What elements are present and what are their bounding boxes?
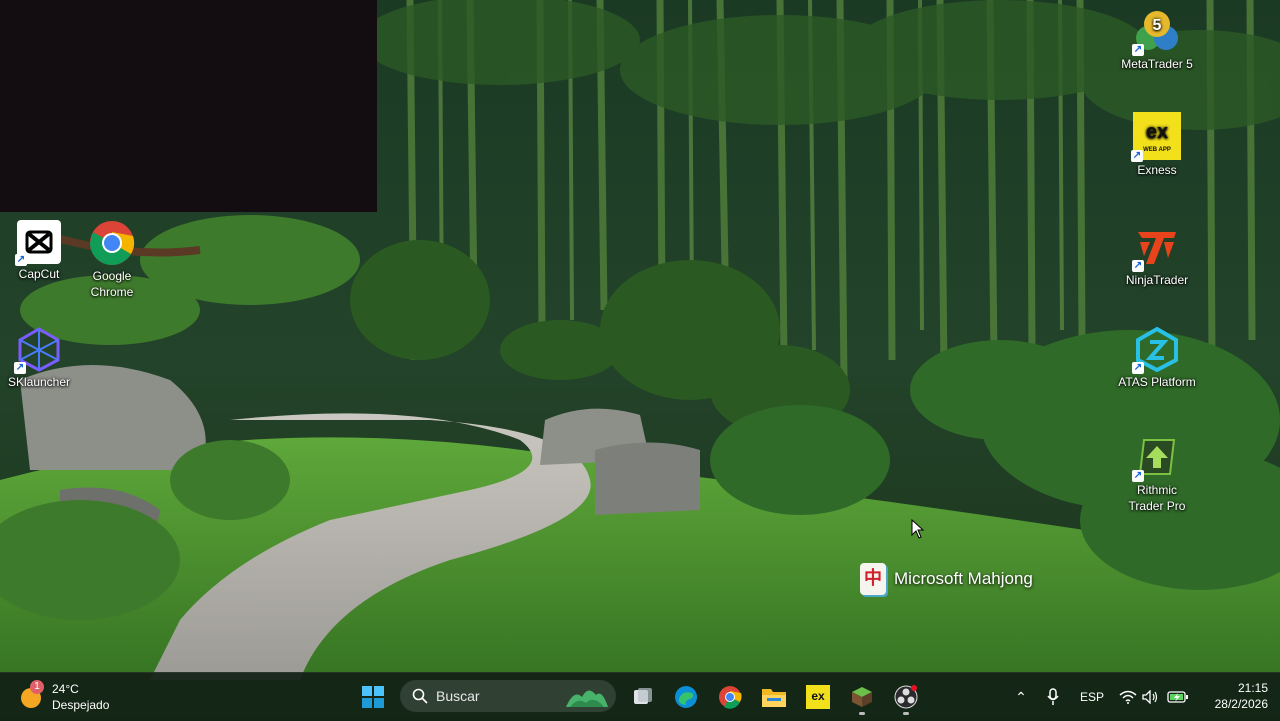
desktop-icon-exness[interactable]: ex WEB APP ↗ Exness <box>1118 112 1196 178</box>
shortcut-arrow-icon: ↗ <box>1132 470 1144 482</box>
mahjong-label: Microsoft Mahjong <box>894 569 1033 588</box>
desktop-icon-label: ATAS Platform <box>1118 375 1196 389</box>
weather-temperature: 24°C <box>52 682 79 696</box>
edge-icon <box>675 686 697 708</box>
mahjong-icon: 中 <box>860 563 886 595</box>
desktop-icon-rithmic-trader-pro[interactable]: ↗ Rithmic Trader Pro <box>1118 434 1196 514</box>
file-explorer-icon <box>762 689 786 707</box>
battery-charging-icon <box>1167 691 1188 703</box>
desktop-icon-ninjatrader[interactable]: ↗ NinjaTrader <box>1118 224 1196 288</box>
system-clock[interactable]: 21:15 28/2/2026 <box>1198 680 1268 712</box>
taskbar-edge[interactable] <box>670 681 702 713</box>
taskbar-minecraft[interactable] <box>846 681 878 715</box>
task-view-button[interactable] <box>627 681 659 713</box>
taskbar-obs[interactable] <box>890 681 922 715</box>
desktop-icon-metatrader-5[interactable]: 5 ↗ MetaTrader 5 <box>1118 8 1196 72</box>
taskbar-search-box[interactable]: Buscar <box>400 680 616 712</box>
dark-overlay-panel <box>0 0 377 212</box>
shortcut-arrow-icon: ↗ <box>14 362 26 374</box>
microphone-icon <box>1047 688 1059 705</box>
clock-time: 21:15 <box>1237 681 1268 695</box>
desktop-icon-label: NinjaTrader <box>1125 273 1189 287</box>
obs-icon <box>894 685 918 709</box>
desktop-icon-label: CapCut <box>18 267 60 281</box>
task-view-icon <box>634 688 652 704</box>
desktop-icon-label: SKlauncher <box>7 375 71 389</box>
shortcut-arrow-icon: ↗ <box>1132 260 1144 272</box>
desktop-icon-label: MetaTrader 5 <box>1121 57 1193 71</box>
svg-text:ex: ex <box>1146 121 1168 143</box>
taskbar-exness[interactable]: ex <box>802 681 834 713</box>
show-hidden-icons-button[interactable]: ⌃ <box>1005 681 1037 713</box>
weather-condition: Despejado <box>52 698 110 712</box>
notification-badge: 1 <box>30 680 44 694</box>
search-icon <box>412 688 428 704</box>
ninjatrader-icon: ↗ <box>1132 224 1180 272</box>
desktop-icon-atas-platform[interactable]: ↗ ATAS Platform <box>1118 326 1196 390</box>
mouse-cursor-icon <box>911 519 925 539</box>
start-button[interactable] <box>357 681 389 713</box>
search-placeholder: Buscar <box>436 688 480 704</box>
input-language[interactable]: ESP <box>1080 690 1104 704</box>
battery-button[interactable] <box>1162 681 1194 713</box>
speaker-icon <box>1142 690 1158 704</box>
exness-icon: ex WEB APP ↗ <box>1131 112 1181 162</box>
sun-icon: 1 <box>18 680 44 710</box>
desktop-icon-google-chrome[interactable]: Google Chrome <box>73 220 151 300</box>
taskbar-file-explorer[interactable] <box>758 681 790 713</box>
search-highlight-icon <box>566 690 608 707</box>
minecraft-icon <box>852 687 872 707</box>
desktop-icon-capcut[interactable]: ↗ CapCut <box>0 220 78 282</box>
shortcut-arrow-icon: ↗ <box>1131 150 1143 162</box>
capcut-icon: ↗ <box>15 220 61 266</box>
taskbar: 1 24°C Despejado ex ⌃ ESP <box>0 672 1280 721</box>
desktop-icon-label: Rithmic Trader Pro <box>1128 483 1186 513</box>
chrome-icon <box>719 686 742 709</box>
running-indicator <box>903 712 909 715</box>
shortcut-arrow-icon: ↗ <box>15 254 27 266</box>
windows-logo-icon <box>362 686 384 708</box>
sklauncher-icon: ↗ <box>14 326 62 374</box>
rithmic-icon: ↗ <box>1132 434 1180 482</box>
weather-widget[interactable]: 1 24°C Despejado <box>18 680 110 713</box>
taskbar-chrome[interactable] <box>714 681 746 713</box>
shortcut-arrow-icon: ↗ <box>1132 44 1144 56</box>
running-indicator <box>859 712 865 715</box>
shortcut-arrow-icon: ↗ <box>1132 362 1144 374</box>
desktop-icon-label: Exness <box>1137 163 1177 177</box>
mahjong-widget[interactable]: 中 Microsoft Mahjong <box>860 562 1060 596</box>
microphone-button[interactable] <box>1037 681 1069 713</box>
desktop-icon-sklauncher[interactable]: ↗ SKlauncher <box>0 326 78 390</box>
svg-text:5: 5 <box>1153 17 1162 34</box>
metatrader-icon: 5 ↗ <box>1132 8 1180 56</box>
chevron-up-icon: ⌃ <box>1015 688 1027 705</box>
atas-icon: ↗ <box>1132 326 1180 374</box>
exness-icon: ex <box>806 685 830 709</box>
desktop-icon-label: Google Chrome <box>90 269 134 299</box>
chrome-icon <box>89 220 135 266</box>
clock-date: 28/2/2026 <box>1214 697 1268 711</box>
